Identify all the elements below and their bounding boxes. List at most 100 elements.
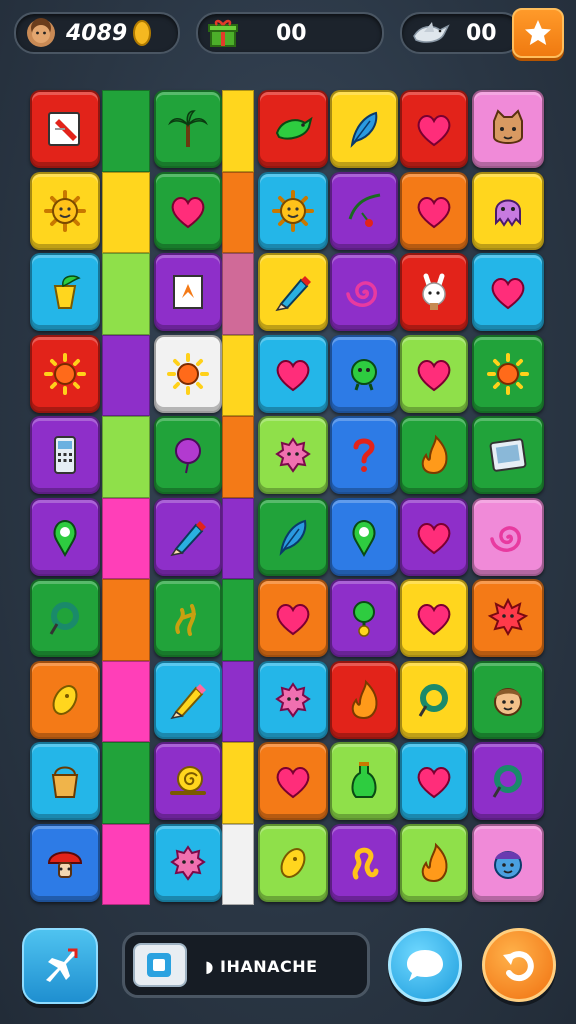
- board-tile[interactable]: [472, 579, 544, 657]
- board-tile[interactable]: [154, 660, 222, 739]
- board-tile[interactable]: [330, 253, 398, 331]
- board-tile[interactable]: [400, 416, 468, 494]
- board-tile[interactable]: [30, 823, 100, 902]
- octopus-icon: [495, 199, 521, 227]
- phone-icon: [54, 436, 76, 474]
- board-strip-cell: [102, 416, 150, 498]
- ring-icon: [492, 765, 522, 798]
- board-tile[interactable]: [472, 497, 544, 576]
- squiggle-icon: [352, 847, 379, 879]
- board-tile[interactable]: [330, 579, 398, 657]
- pin-icon: [352, 519, 376, 557]
- board-strip-cell: [102, 660, 150, 742]
- board-tile[interactable]: [30, 416, 100, 494]
- board-strip-cell: [222, 823, 254, 905]
- spiral-icon: [346, 281, 377, 307]
- seed-icon: [52, 684, 78, 715]
- board-tile[interactable]: [472, 90, 544, 168]
- chat-button[interactable]: [388, 928, 462, 1002]
- tablet-icon: [489, 438, 527, 472]
- seed-icon: [280, 847, 306, 878]
- board-tile[interactable]: [30, 742, 100, 820]
- board-tile[interactable]: [154, 742, 222, 820]
- puffball-icon: [275, 437, 311, 473]
- board-tile[interactable]: [30, 253, 100, 331]
- board-tile[interactable]: [330, 742, 398, 820]
- board-tile[interactable]: [258, 334, 328, 413]
- board-tile[interactable]: [258, 416, 328, 494]
- board-tile[interactable]: [330, 660, 398, 739]
- board-tile[interactable]: [330, 823, 398, 902]
- board-tile[interactable]: [258, 742, 328, 820]
- plane-button[interactable]: [22, 928, 98, 1004]
- flame-icon: [421, 434, 448, 475]
- board-tile[interactable]: [330, 416, 398, 494]
- board-tile[interactable]: [330, 334, 398, 413]
- board-tile[interactable]: [154, 823, 222, 902]
- board-tile[interactable]: [30, 660, 100, 739]
- board-tile[interactable]: [330, 171, 398, 250]
- board-tile[interactable]: [258, 660, 328, 739]
- board-tile[interactable]: [472, 823, 544, 902]
- document-icon: [48, 112, 80, 146]
- board-tile[interactable]: [30, 90, 100, 168]
- board-tile[interactable]: [400, 253, 468, 331]
- board-tile[interactable]: [258, 579, 328, 657]
- board-tile[interactable]: [154, 253, 222, 331]
- board-tile[interactable]: [400, 823, 468, 902]
- board-tile[interactable]: [472, 171, 544, 250]
- board-strip-cell: [102, 90, 150, 172]
- pin-icon: [53, 519, 77, 557]
- bird-icon: [275, 116, 313, 140]
- sun-face-icon: [44, 189, 86, 232]
- palm-tree-icon: [168, 110, 208, 147]
- board-tile[interactable]: [400, 497, 468, 576]
- board-tile[interactable]: [30, 497, 100, 576]
- board-tile[interactable]: [472, 742, 544, 820]
- board-tile[interactable]: [472, 660, 544, 739]
- board-tile[interactable]: [400, 171, 468, 250]
- board-tile[interactable]: [472, 416, 544, 494]
- board-tile[interactable]: [258, 823, 328, 902]
- flower-face-icon: [487, 597, 529, 637]
- board-tile[interactable]: [400, 660, 468, 739]
- board-tile[interactable]: [472, 253, 544, 331]
- board-tile[interactable]: [330, 497, 398, 576]
- crayon-icon: [275, 276, 311, 312]
- board-tile[interactable]: [154, 90, 222, 168]
- board-tile[interactable]: [330, 90, 398, 168]
- board-tile[interactable]: [472, 334, 544, 413]
- heart-icon: [417, 359, 451, 391]
- puffball-icon: [170, 844, 206, 881]
- heart-icon: [417, 196, 451, 228]
- board-tile[interactable]: [258, 253, 328, 331]
- board-tile[interactable]: [258, 171, 328, 250]
- board-strip-cell: [222, 497, 254, 579]
- mushroom-icon: [47, 851, 83, 878]
- board-tile[interactable]: [154, 416, 222, 494]
- board-strip-cell: [222, 334, 254, 416]
- board-tile[interactable]: [400, 742, 468, 820]
- board-tile[interactable]: [30, 334, 100, 413]
- board-tile[interactable]: [258, 90, 328, 168]
- paper-icon: [173, 275, 203, 309]
- board-tile[interactable]: [400, 90, 468, 168]
- pencil-icon: [170, 683, 206, 719]
- board-tile[interactable]: [154, 171, 222, 250]
- sun-icon: [487, 352, 529, 395]
- board-tile[interactable]: [30, 171, 100, 250]
- board-tile[interactable]: [400, 334, 468, 413]
- board-tile[interactable]: [30, 579, 100, 657]
- undo-button[interactable]: [482, 928, 556, 1002]
- flame-icon: [421, 842, 448, 882]
- player-name-panel[interactable]: ◗ IHANACHE: [122, 932, 370, 998]
- board-strip-cell: [102, 823, 150, 905]
- board-tile[interactable]: [154, 579, 222, 657]
- heart-icon: [276, 359, 310, 391]
- board-tile[interactable]: [154, 334, 222, 413]
- board-strip-cell: [102, 742, 150, 824]
- heart-icon: [171, 196, 205, 228]
- board-tile[interactable]: [400, 579, 468, 657]
- board-tile[interactable]: [258, 497, 328, 576]
- board-tile[interactable]: [154, 497, 222, 576]
